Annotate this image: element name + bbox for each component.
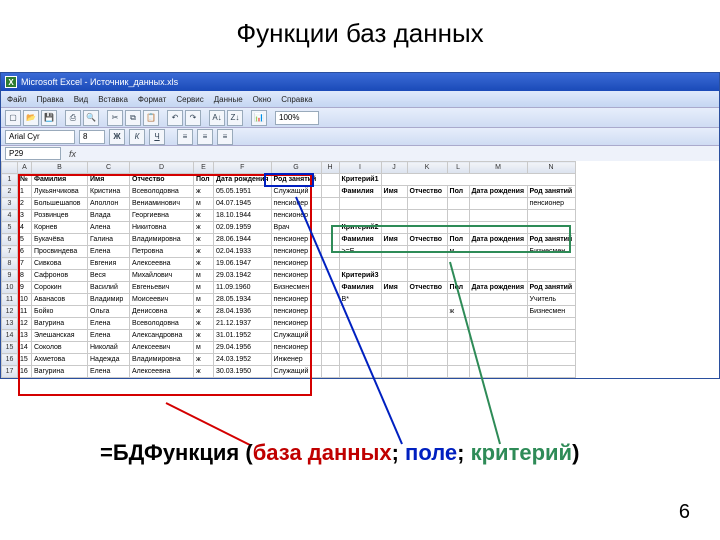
- formula-pattern: =БДФункция (база данных; поле; критерий): [100, 440, 579, 466]
- menu-tools[interactable]: Сервис: [176, 95, 203, 104]
- bold-icon[interactable]: Ж: [109, 129, 125, 145]
- chart-icon[interactable]: 📊: [251, 110, 267, 126]
- menu-view[interactable]: Вид: [74, 95, 88, 104]
- italic-icon[interactable]: К: [129, 129, 145, 145]
- table-row[interactable]: 1 № Фамилия Имя Отчество Пол Дата рожден…: [2, 174, 576, 186]
- excel-icon: X: [5, 76, 17, 88]
- table-row[interactable]: 65БукачёваГалинаВладимировнаж28.06.1944п…: [2, 234, 576, 246]
- sort-desc-icon[interactable]: Z↓: [227, 110, 243, 126]
- table-row[interactable]: 21ЛукьянчиковаКристинаВсеволодовнаж05.05…: [2, 186, 576, 198]
- undo-icon[interactable]: ↶: [167, 110, 183, 126]
- format-toolbar: Arial Cyr 8 Ж К Ч ≡ ≡ ≡: [1, 127, 719, 145]
- table-row[interactable]: 1312ВагуринаЕленаВсеволодовнаж21.12.1937…: [2, 318, 576, 330]
- name-box[interactable]: P29: [5, 147, 61, 160]
- table-row[interactable]: 109СорокинВасилийЕвгеньевичм11.09.1960Би…: [2, 282, 576, 294]
- table-row[interactable]: 32БольшешаповАполлонВениаминовичм04.07.1…: [2, 198, 576, 210]
- align-left-icon[interactable]: ≡: [177, 129, 193, 145]
- window-title: Microsoft Excel - Источник_данных.xls: [21, 77, 178, 87]
- table-row[interactable]: 1211БойкоОльгаДенисовнаж28.04.1936пенсио…: [2, 306, 576, 318]
- table-row[interactable]: 98СафроновВесяМихайловичм29.03.1942пенси…: [2, 270, 576, 282]
- menu-window[interactable]: Окно: [253, 95, 272, 104]
- open-icon[interactable]: 📂: [23, 110, 39, 126]
- save-icon[interactable]: 💾: [41, 110, 57, 126]
- standard-toolbar: ▢ 📂 💾 ⎙ 🔍 ✂ ⧉ 📋 ↶ ↷ A↓ Z↓ 📊 100%: [1, 107, 719, 127]
- table-row[interactable]: 1615АхметоваНадеждаВладимировнаж24.03.19…: [2, 354, 576, 366]
- table-row[interactable]: 1716ВагуринаЕленаАлексеевнаж30.03.1950Сл…: [2, 366, 576, 378]
- sheet-area[interactable]: ABC DEF GHI JKL MN 1 № Фамилия Имя Отчес…: [1, 161, 719, 378]
- size-select[interactable]: 8: [79, 130, 105, 144]
- print-icon[interactable]: ⎙: [65, 110, 81, 126]
- menubar: Файл Правка Вид Вставка Формат Сервис Да…: [1, 91, 719, 107]
- titlebar: X Microsoft Excel - Источник_данных.xls: [1, 73, 719, 91]
- menu-insert[interactable]: Вставка: [98, 95, 128, 104]
- table-row[interactable]: 54КорневАленаНикитовнаж02.09.1959ВрачКри…: [2, 222, 576, 234]
- copy-icon[interactable]: ⧉: [125, 110, 141, 126]
- menu-help[interactable]: Справка: [281, 95, 312, 104]
- underline-icon[interactable]: Ч: [149, 129, 165, 145]
- table-row[interactable]: 1413ЭлешанскаяЕленаАлександровнаж31.01.1…: [2, 330, 576, 342]
- font-select[interactable]: Arial Cyr: [5, 130, 75, 144]
- sort-asc-icon[interactable]: A↓: [209, 110, 225, 126]
- paste-icon[interactable]: 📋: [143, 110, 159, 126]
- menu-format[interactable]: Формат: [138, 95, 166, 104]
- zoom-select[interactable]: 100%: [275, 111, 319, 125]
- table-row[interactable]: 87СивковаЕвгенияАлексеевнаж19.06.1947пен…: [2, 258, 576, 270]
- menu-edit[interactable]: Правка: [37, 95, 64, 104]
- menu-data[interactable]: Данные: [214, 95, 243, 104]
- table-row[interactable]: 43РозвинцевВладаГеоргиевнаж18.10.1944пен…: [2, 210, 576, 222]
- table-row[interactable]: 76ПросвиндеваЕленаПетровнаж02.04.1933пен…: [2, 246, 576, 258]
- preview-icon[interactable]: 🔍: [83, 110, 99, 126]
- page-number: 6: [679, 501, 690, 524]
- table-row[interactable]: 1514СоколовНиколайАлексеевичм29.04.1956п…: [2, 342, 576, 354]
- redo-icon[interactable]: ↷: [185, 110, 201, 126]
- align-right-icon[interactable]: ≡: [217, 129, 233, 145]
- cut-icon[interactable]: ✂: [107, 110, 123, 126]
- col-header-row: ABC DEF GHI JKL MN: [2, 162, 576, 174]
- table-row[interactable]: 1110АванасовВладимирМоисеевичм28.05.1934…: [2, 294, 576, 306]
- formula-bar: P29 fx: [1, 145, 719, 161]
- slide-title: Функции баз данных: [0, 0, 720, 59]
- align-center-icon[interactable]: ≡: [197, 129, 213, 145]
- excel-window: X Microsoft Excel - Источник_данных.xls …: [0, 72, 720, 379]
- menu-file[interactable]: Файл: [7, 95, 27, 104]
- fx-icon[interactable]: fx: [69, 149, 76, 159]
- new-icon[interactable]: ▢: [5, 110, 21, 126]
- spreadsheet-grid[interactable]: ABC DEF GHI JKL MN 1 № Фамилия Имя Отчес…: [1, 161, 576, 378]
